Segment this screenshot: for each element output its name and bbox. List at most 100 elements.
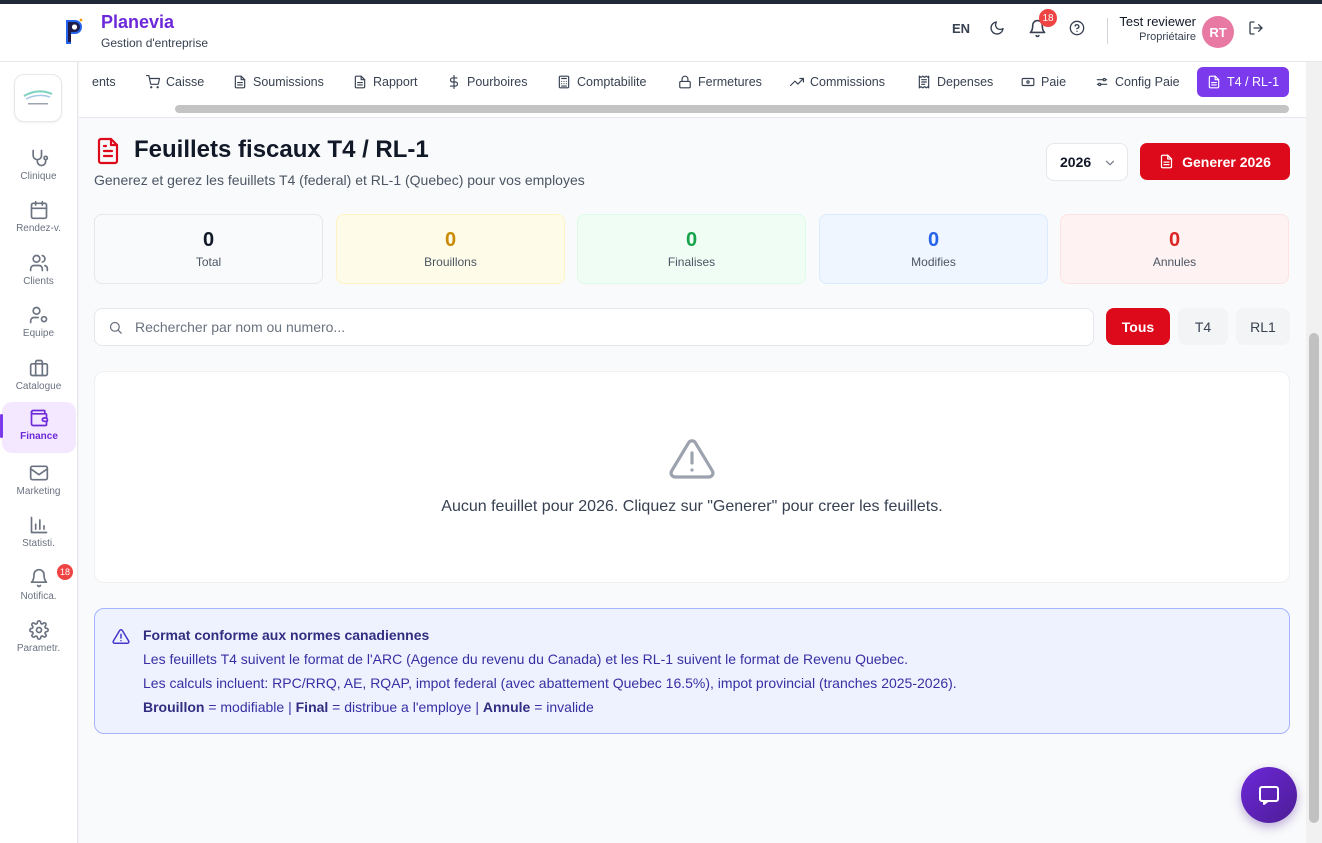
stat-value: 0 <box>444 229 457 251</box>
tab-label: Comptabilite <box>577 75 647 89</box>
stat-label: Total <box>195 255 222 269</box>
sidebar-item-equipe[interactable]: Equipe <box>0 299 77 349</box>
tab-label: Pourboires <box>467 75 528 89</box>
avatar[interactable]: RT <box>1202 16 1234 48</box>
stat-card-total: 0 Total <box>94 214 323 284</box>
receipt-icon <box>918 75 930 89</box>
tab-scrollbar[interactable] <box>175 105 1289 113</box>
stat-label: Annules <box>1152 255 1197 269</box>
file-icon <box>234 75 246 89</box>
info-legend: Brouillon = modifiable | Final = distrib… <box>143 699 594 715</box>
tab-commissions[interactable]: Commissions <box>782 67 893 97</box>
legend-draft-term: Brouillon <box>143 699 205 715</box>
tab-pourboires[interactable]: Pourboires <box>439 67 535 97</box>
tab-depenses[interactable]: Depenses <box>909 67 1001 97</box>
sidebar-item-clients[interactable]: Clients <box>0 247 77 297</box>
search-box <box>94 308 1094 346</box>
user-name: Test reviewer <box>1119 14 1196 29</box>
tab-truncated[interactable]: ents <box>84 67 124 97</box>
legend-cancel-desc: = invalide <box>530 699 594 715</box>
tab-rapport[interactable]: Rapport <box>345 67 425 97</box>
chevron-down-icon <box>1105 160 1115 166</box>
filter-rl1[interactable]: RL1 <box>1236 308 1290 345</box>
sidebar-item-marketing[interactable]: Marketing <box>0 457 77 507</box>
business-logo[interactable] <box>14 74 62 122</box>
trending-up-icon <box>790 77 804 87</box>
dark-mode-icon[interactable] <box>985 16 1009 40</box>
stat-label: Brouillons <box>424 255 477 269</box>
sidebar-item-rendez-vous[interactable]: Rendez-v. <box>0 194 77 244</box>
legend-final-desc: = distribue a l'employe | <box>328 699 483 715</box>
sidebar-item-clinique[interactable]: Clinique <box>0 142 77 192</box>
tab-label: Fermetures <box>698 75 762 89</box>
tab-caisse[interactable]: Caisse <box>138 67 212 97</box>
empty-state-message: Aucun feuillet pour 2026. Cliquez sur "G… <box>441 498 943 515</box>
tab-label: Config Paie <box>1115 75 1180 89</box>
cart-icon <box>146 75 160 89</box>
tab-label: Soumissions <box>253 75 324 89</box>
tab-label: Depenses <box>937 75 994 89</box>
mail-icon <box>29 465 48 481</box>
page-scrollbar[interactable] <box>1309 333 1319 823</box>
stat-value: 0 <box>202 229 215 251</box>
tab-t4-rl1[interactable]: T4 / RL-1 <box>1197 67 1289 97</box>
warning-triangle-icon <box>669 439 715 479</box>
banknote-icon <box>1021 77 1035 87</box>
stat-card-finalises: 0 Finalises <box>577 214 806 284</box>
year-select-value: 2026 <box>1060 154 1092 170</box>
sidebar-item-label: Equipe <box>22 328 55 339</box>
file-text-icon <box>97 137 119 165</box>
dollar-icon <box>449 75 459 89</box>
tab-comptabilite[interactable]: Comptabilite <box>549 67 654 97</box>
generate-button-label: Generer 2026 <box>1182 153 1271 170</box>
generate-button[interactable]: Generer 2026 <box>1140 143 1290 180</box>
tab-paie[interactable]: Paie <box>1013 67 1074 97</box>
bell-icon <box>30 568 47 588</box>
tab-label: Paie <box>1041 75 1067 89</box>
tab-label: Caisse <box>166 75 205 89</box>
tab-fermetures[interactable]: Fermetures <box>670 67 770 97</box>
help-icon[interactable] <box>1065 16 1089 40</box>
stat-card-brouillons: 0 Brouillons <box>336 214 565 284</box>
sidebar-item-label: Finance <box>20 431 58 442</box>
logout-icon[interactable] <box>1244 16 1268 40</box>
page-title: Feuillets fiscaux T4 / RL-1 <box>134 136 429 163</box>
sidebar-item-parametres[interactable]: Parametr. <box>0 614 77 664</box>
sidebar-item-finance[interactable]: Finance <box>0 402 76 453</box>
sidebar-item-label: Marketing <box>16 486 61 497</box>
sidebar-item-statistiques[interactable]: Statisti. <box>0 509 77 559</box>
sidebar-item-notifications[interactable]: Notifica. 18 <box>0 562 77 612</box>
notification-count-badge: 18 <box>1039 9 1057 27</box>
planevia-logo-icon[interactable] <box>62 17 86 47</box>
sidebar-item-catalogue[interactable]: Catalogue <box>0 352 77 402</box>
bar-chart-icon <box>30 516 47 534</box>
stat-value: 0 <box>685 229 698 251</box>
tab-config-paie[interactable]: Config Paie <box>1087 67 1188 97</box>
page-subtitle: Generez et gerez les feuillets T4 (feder… <box>94 172 585 188</box>
filter-tous[interactable]: Tous <box>1106 308 1170 345</box>
sidebar-item-label: Catalogue <box>15 381 62 392</box>
gear-icon <box>28 620 49 640</box>
file-text-icon <box>1208 75 1220 89</box>
stat-card-annules: 0 Annules <box>1060 214 1289 284</box>
legend-final-term: Final <box>295 699 329 715</box>
stat-value: 0 <box>927 229 940 251</box>
chat-icon <box>1259 786 1279 805</box>
sidebar-item-label: Rendez-v. <box>16 223 61 234</box>
stat-card-modifies: 0 Modifies <box>819 214 1048 284</box>
user-role: Propriétaire <box>1139 31 1196 43</box>
year-select[interactable]: 2026 <box>1046 143 1128 181</box>
brand-title[interactable]: Planevia <box>101 12 174 33</box>
chat-button[interactable] <box>1241 767 1297 823</box>
tab-soumissions[interactable]: Soumissions <box>225 67 332 97</box>
lock-icon <box>679 75 691 89</box>
briefcase-icon <box>29 359 48 377</box>
header-divider <box>1107 18 1108 44</box>
search-input[interactable] <box>135 309 1075 345</box>
brand-subtitle: Gestion d'entreprise <box>101 36 209 50</box>
language-toggle[interactable]: EN <box>952 21 970 36</box>
user-cog-icon <box>29 306 47 324</box>
sidebar-item-label: Clients <box>23 276 54 287</box>
tab-label: T4 / RL-1 <box>1226 75 1280 89</box>
filter-t4[interactable]: T4 <box>1178 308 1228 345</box>
